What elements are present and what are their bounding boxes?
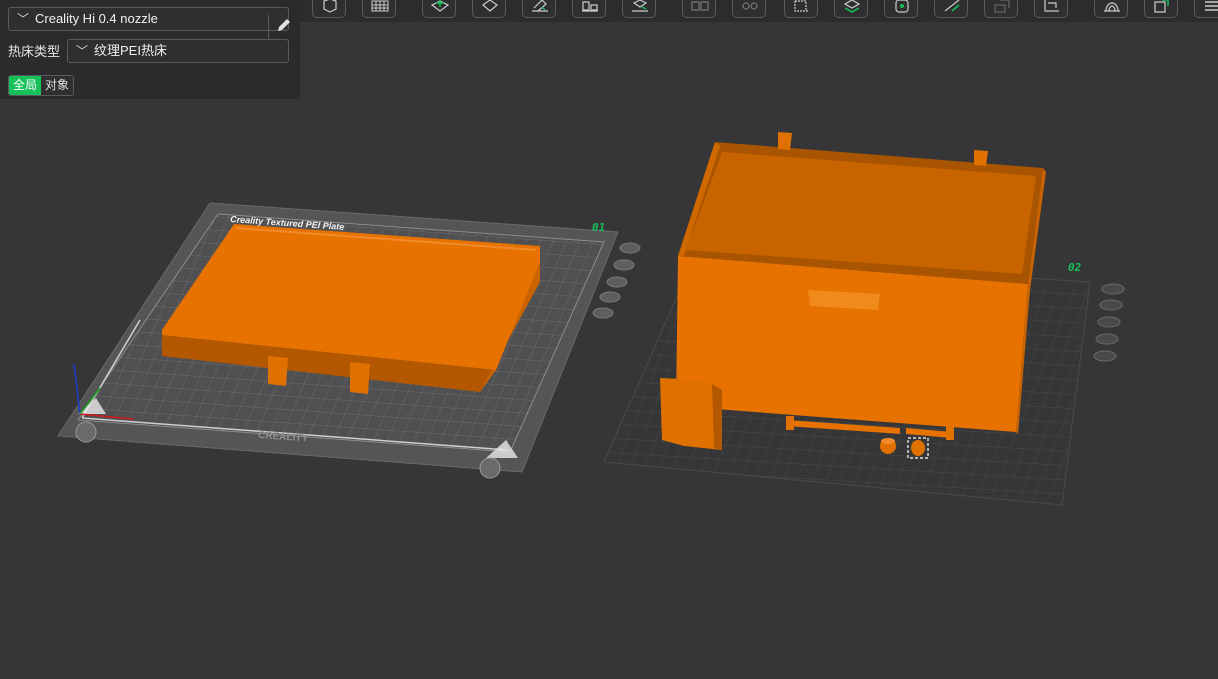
plate-2-arrange-icon[interactable] [1099,299,1123,311]
plate-2-settings-icon[interactable] [1093,350,1117,362]
printer-select[interactable]: ﹀ Creality Hi 0.4 nozzle [8,7,290,39]
plate-1-close-icon[interactable] [619,242,641,254]
plate-2-orient-icon[interactable] [1097,316,1121,328]
settings-panel: ﹀ Creality Hi 0.4 nozzle 热床类型 ﹀ 纹理PEI热床 … [0,0,300,99]
plate-1-number: 01 [592,221,605,234]
chevron-down-icon: ﹀ [76,44,89,58]
hinge-part[interactable] [660,378,722,450]
printer-name: Creality Hi 0.4 nozzle [35,11,158,26]
plate-1-lock-icon[interactable] [599,291,621,303]
pencil-icon [278,19,290,31]
scope-toggle: 全局 对象 [8,75,75,96]
bed-type-label: 热床类型 [8,44,61,59]
bed-type-select[interactable]: ﹀ 纹理PEI热床 [67,39,289,63]
plate-2-number: 02 [1068,261,1082,274]
edit-printer-button[interactable] [268,15,297,39]
plate-2-lock-icon[interactable] [1095,333,1119,345]
tab-global[interactable]: 全局 [9,76,42,95]
washer-part[interactable] [880,438,896,454]
chevron-down-icon: ﹀ [17,12,30,26]
plate-1-arrange-icon[interactable] [613,259,635,271]
tab-object[interactable]: 对象 [41,76,74,95]
plate-2-close-icon[interactable] [1101,283,1125,295]
plate-1-settings-icon[interactable] [592,307,614,319]
box-model[interactable] [676,132,1046,434]
plate-2-controls[interactable] [1093,283,1125,362]
bed-type-value: 纹理PEI热床 [94,43,167,58]
plate-1-orient-icon[interactable] [606,276,628,288]
build-scene[interactable]: Creality Textured PEI Plate CREALITY 01 [0,0,1218,679]
